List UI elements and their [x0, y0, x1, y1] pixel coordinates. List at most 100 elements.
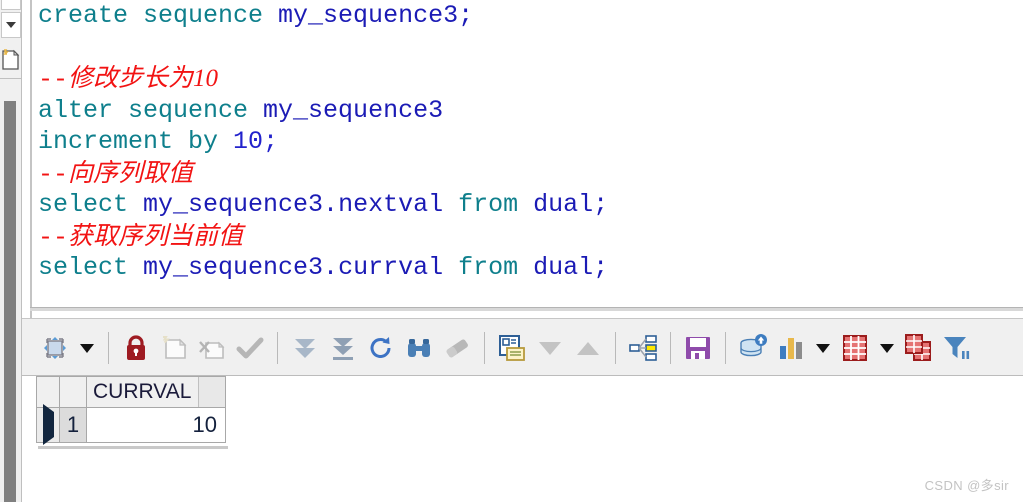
grid-header-marker-cell: [36, 376, 60, 408]
code-token: 向序列取值: [68, 159, 194, 187]
triangle-down-icon: [539, 341, 561, 355]
database-upload-icon: [740, 334, 767, 357]
single-record-view-icon: [499, 335, 525, 361]
insert-record-button: [155, 328, 193, 368]
fit-columns-button[interactable]: [36, 328, 74, 368]
refresh-icon: [370, 337, 391, 358]
code-token: 修改步长为10: [68, 65, 219, 92]
current-row-arrow-icon: [42, 404, 54, 445]
code-token: increment by: [38, 127, 234, 156]
code-token: from: [458, 190, 534, 219]
code-token: --: [38, 222, 69, 252]
cell-currval[interactable]: 10: [86, 407, 226, 443]
save-button[interactable]: [679, 328, 717, 368]
filter-icon: [944, 337, 970, 359]
toolbar-separator: [108, 332, 109, 364]
fetch-last-page-button[interactable]: [324, 328, 362, 368]
code-line: --向序列取值: [38, 158, 1023, 190]
grid-header-rownum-cell: [59, 376, 87, 408]
code-token: dual;: [533, 253, 609, 282]
grid-bottom-shadow: [38, 446, 228, 449]
fit-columns-icon: [44, 337, 66, 359]
copy-grid-icon: [905, 334, 931, 361]
explain-plan-button[interactable]: [624, 328, 662, 368]
binoculars-icon: [408, 339, 430, 357]
refresh-button[interactable]: [362, 328, 400, 368]
grid-dropdown-button[interactable]: [874, 328, 900, 368]
single-record-view-button[interactable]: [493, 328, 531, 368]
sql-window: create sequence my_sequence3; --修改步长为10 a…: [0, 0, 1023, 502]
fit-columns-dropdown-button[interactable]: [74, 328, 100, 368]
code-token: my_sequence3.currval: [143, 253, 459, 282]
code-token: select: [38, 190, 144, 219]
export-to-database-button[interactable]: [734, 328, 772, 368]
editor-splitter[interactable]: [30, 307, 1023, 311]
find-button[interactable]: [400, 328, 438, 368]
code-token: dual;: [533, 190, 609, 219]
row-marker-cell: [36, 404, 60, 445]
sql-code: create sequence my_sequence3; --修改步长为10 a…: [38, 0, 1023, 284]
code-token: alter sequence: [38, 95, 264, 125]
toolbar-separator: [670, 332, 671, 364]
lock-record-button[interactable]: [117, 328, 155, 368]
code-line: select my_sequence3.currval from dual;: [38, 252, 1023, 284]
code-token: my_sequence3: [263, 95, 444, 125]
delete-record-button: [193, 328, 231, 368]
code-token: --: [38, 65, 69, 94]
vertical-scrollbar-thumb[interactable]: [4, 101, 16, 502]
floppy-save-icon: [686, 337, 710, 359]
column-resize-grip[interactable]: [198, 377, 225, 407]
lock-icon: [127, 335, 145, 360]
triangle-up-icon: [577, 341, 599, 355]
new-document-icon[interactable]: [2, 48, 20, 70]
filter-button[interactable]: [938, 328, 976, 368]
row-number-cell: 1: [59, 407, 87, 443]
sql-editor[interactable]: create sequence my_sequence3; --修改步长为10 a…: [22, 0, 1023, 318]
delete-record-icon: [199, 341, 225, 359]
code-token: create sequence: [38, 1, 279, 30]
grid-header-currval[interactable]: CURRVAL: [86, 376, 226, 408]
results-grid[interactable]: CURRVAL 1 10: [36, 376, 226, 445]
toolbar-separator: [277, 332, 278, 364]
sql-editor-text-area[interactable]: create sequence my_sequence3; --修改步长为10 a…: [30, 0, 1023, 318]
bar-chart-icon: [780, 338, 802, 359]
code-line: alter sequence my_sequence3: [38, 95, 1023, 127]
chart-button[interactable]: [772, 328, 810, 368]
clear-button: [438, 328, 476, 368]
grid-view-button[interactable]: [836, 328, 874, 368]
code-line: --获取序列当前值: [38, 221, 1023, 253]
caret-down-icon: [816, 343, 830, 353]
caret-down-icon: [80, 343, 94, 353]
table-row[interactable]: 1 10: [36, 404, 226, 445]
previous-record-button: [531, 328, 569, 368]
watermark: CSDN @多sir: [924, 478, 1009, 493]
chart-dropdown-button[interactable]: [810, 328, 836, 368]
code-token: 10;: [233, 127, 279, 156]
rail-collapse-button[interactable]: [1, 12, 21, 38]
left-rail: [0, 0, 22, 502]
code-token: from: [458, 253, 534, 282]
caret-down-icon: [880, 343, 894, 353]
grid-table-icon: [843, 335, 867, 361]
rail-top-button[interactable]: [1, 0, 21, 10]
code-token: 获取序列当前值: [68, 222, 244, 250]
fetch-next-page-icon: [295, 339, 315, 358]
next-record-button: [569, 328, 607, 368]
results-toolbar: [22, 318, 1023, 376]
code-line: select my_sequence3.nextval from dual;: [38, 189, 1023, 221]
toolbar-separator: [615, 332, 616, 364]
toolbar-separator: [484, 332, 485, 364]
grid-header-row: CURRVAL: [36, 376, 226, 408]
code-line: create sequence my_sequence3;: [38, 0, 1023, 32]
chevron-down-icon: [6, 22, 16, 28]
post-changes-button: [231, 328, 269, 368]
insert-record-icon: [162, 336, 187, 359]
code-token: select: [38, 253, 144, 282]
fetch-next-page-button[interactable]: [286, 328, 324, 368]
checkmark-icon: [236, 337, 264, 359]
code-line: increment by 10;: [38, 126, 1023, 158]
rail-scroll-panel: [0, 78, 22, 502]
fetch-last-page-icon: [333, 338, 353, 360]
copy-grid-button[interactable]: [900, 328, 938, 368]
